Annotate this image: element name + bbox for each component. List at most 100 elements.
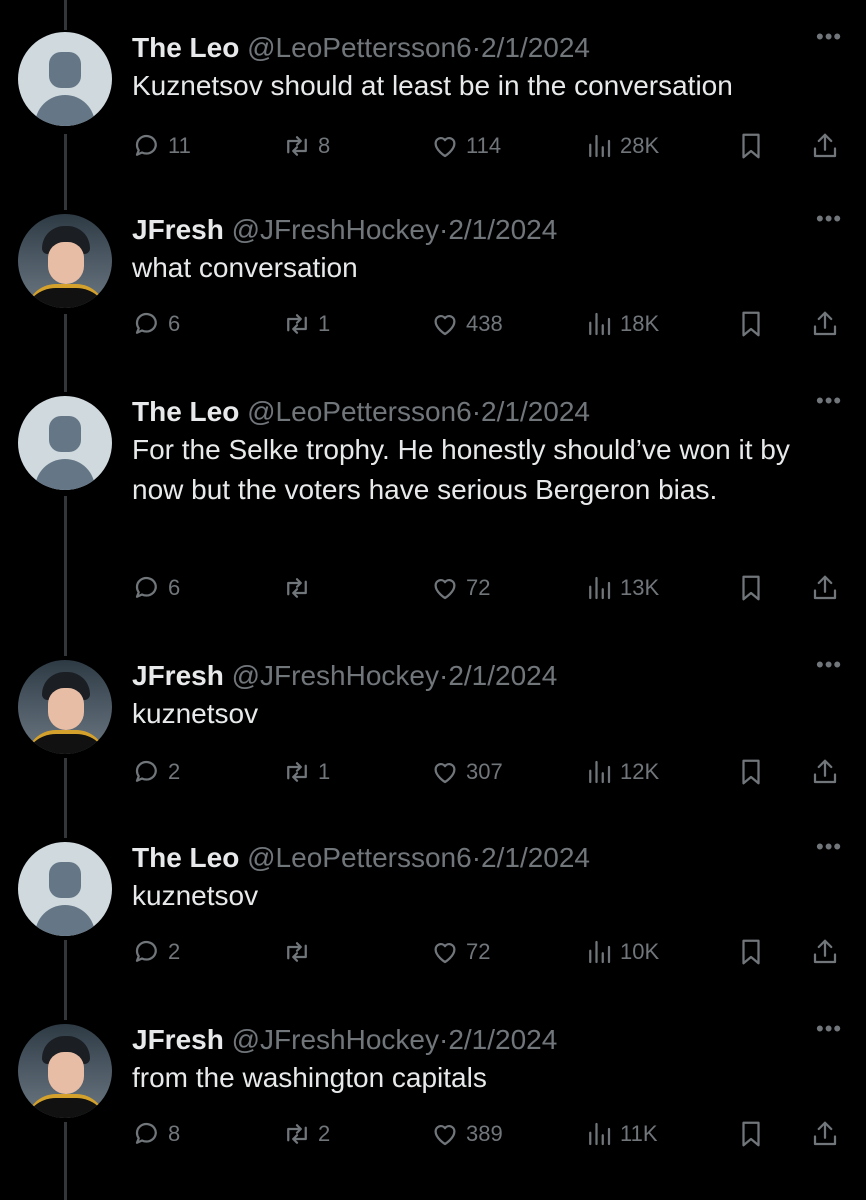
display-name[interactable]: JFresh xyxy=(132,660,224,691)
reply-button[interactable]: 6 xyxy=(132,306,180,342)
avatar[interactable] xyxy=(18,1024,112,1118)
tweet-text: what conversation xyxy=(132,252,358,283)
bookmark-icon xyxy=(742,575,760,601)
user-handle[interactable]: @JFreshHockey xyxy=(232,1024,439,1055)
share-button[interactable] xyxy=(810,754,840,790)
reply-button[interactable]: 8 xyxy=(132,1116,180,1152)
tweet-date[interactable]: 2/1/2024 xyxy=(448,1024,557,1055)
views-button[interactable]: 18K xyxy=(584,306,659,342)
user-handle[interactable]: @LeoPettersson6 xyxy=(247,396,472,427)
bookmark-icon xyxy=(742,759,760,785)
tweet-date[interactable]: 2/1/2024 xyxy=(448,214,557,245)
retweet-button[interactable]: 1 xyxy=(282,754,330,790)
views-button[interactable]: 13K xyxy=(584,570,659,606)
user-handle[interactable]: @LeoPettersson6 xyxy=(247,32,472,63)
separator-dot: · xyxy=(471,842,482,873)
like-count: 72 xyxy=(466,939,491,964)
display-name[interactable]: The Leo xyxy=(132,842,239,873)
tweet-date[interactable]: 2/1/2024 xyxy=(448,660,557,691)
user-handle[interactable]: @LeoPettersson6 xyxy=(247,842,472,873)
bookmark-button[interactable] xyxy=(736,754,766,790)
user-handle[interactable]: @JFreshHockey xyxy=(232,660,439,691)
views-chart-icon xyxy=(589,940,611,964)
reply-icon xyxy=(135,940,157,962)
reply-button[interactable]: 2 xyxy=(132,934,180,970)
share-button[interactable] xyxy=(810,934,840,970)
retweet-count: 2 xyxy=(318,1121,331,1146)
avatar[interactable] xyxy=(18,396,112,490)
views-button[interactable]: 10K xyxy=(584,934,659,970)
reply-count: 2 xyxy=(168,759,181,784)
thread-line xyxy=(64,758,67,838)
views-button[interactable]: 12K xyxy=(584,754,659,790)
bookmark-icon xyxy=(742,1121,760,1147)
views-button[interactable]: 28K xyxy=(584,128,659,164)
bookmark-button[interactable] xyxy=(736,570,766,606)
reply-icon xyxy=(135,1122,157,1144)
retweet-button[interactable]: 2 xyxy=(282,1116,330,1152)
retweet-button[interactable] xyxy=(282,934,318,970)
share-button[interactable] xyxy=(810,570,840,606)
bookmark-button[interactable] xyxy=(736,128,766,164)
reply-count: 8 xyxy=(168,1121,181,1146)
bookmark-button[interactable] xyxy=(736,934,766,970)
reply-button[interactable]: 6 xyxy=(132,570,180,606)
like-button[interactable]: 307 xyxy=(430,754,503,790)
retweet-count: 1 xyxy=(318,311,331,336)
bookmark-button[interactable] xyxy=(736,306,766,342)
more-options-icon[interactable]: ••• xyxy=(816,1018,846,1042)
display-name[interactable]: The Leo xyxy=(132,32,239,63)
more-options-icon[interactable]: ••• xyxy=(816,26,846,50)
avatar[interactable] xyxy=(18,32,112,126)
retweet-count: 8 xyxy=(318,133,331,158)
thread-line xyxy=(64,940,67,1020)
action-bar: 8 2 389 11K xyxy=(132,1116,844,1152)
more-options-icon[interactable]: ••• xyxy=(816,836,846,860)
more-options-icon[interactable]: ••• xyxy=(816,208,846,232)
share-button[interactable] xyxy=(810,1116,840,1152)
more-options-icon[interactable]: ••• xyxy=(816,390,846,414)
reply-count: 2 xyxy=(168,939,181,964)
separator-dot: · xyxy=(438,214,449,245)
action-bar: 2 72 10K xyxy=(132,934,844,970)
reply-icon xyxy=(135,312,157,334)
like-button[interactable]: 72 xyxy=(430,934,490,970)
like-button[interactable]: 389 xyxy=(430,1116,503,1152)
display-name[interactable]: JFresh xyxy=(132,1024,224,1055)
view-count: 18K xyxy=(620,311,660,336)
thread-line xyxy=(64,1122,67,1200)
retweet-button[interactable] xyxy=(282,570,318,606)
share-button[interactable] xyxy=(810,128,840,164)
avatar[interactable] xyxy=(18,660,112,754)
tweet-header: The Leo @LeoPettersson6·2/1/2024 xyxy=(132,394,590,430)
share-button[interactable] xyxy=(810,306,840,342)
heart-icon xyxy=(434,579,456,600)
action-bar: 11 8 114 28K xyxy=(132,128,844,164)
bookmark-button[interactable] xyxy=(736,1116,766,1152)
reply-count: 6 xyxy=(168,575,181,600)
like-button[interactable]: 72 xyxy=(430,570,490,606)
tweet-date[interactable]: 2/1/2024 xyxy=(481,842,590,873)
share-icon xyxy=(813,575,837,600)
more-options-icon[interactable]: ••• xyxy=(816,654,846,678)
heart-icon xyxy=(434,943,456,964)
tweet-header: JFresh @JFreshHockey·2/1/2024 xyxy=(132,212,557,248)
reply-button[interactable]: 11 xyxy=(132,128,191,164)
views-button[interactable]: 11K xyxy=(584,1116,658,1152)
reply-button[interactable]: 2 xyxy=(132,754,180,790)
display-name[interactable]: The Leo xyxy=(132,396,239,427)
heart-icon xyxy=(434,1125,456,1146)
avatar[interactable] xyxy=(18,214,112,308)
tweet-header: JFresh @JFreshHockey·2/1/2024 xyxy=(132,1022,557,1058)
user-handle[interactable]: @JFreshHockey xyxy=(232,214,439,245)
like-count: 438 xyxy=(466,311,503,336)
like-button[interactable]: 438 xyxy=(430,306,503,342)
display-name[interactable]: JFresh xyxy=(132,214,224,245)
avatar[interactable] xyxy=(18,842,112,936)
tweet-date[interactable]: 2/1/2024 xyxy=(481,32,590,63)
bookmark-icon xyxy=(742,133,760,159)
retweet-button[interactable]: 1 xyxy=(282,306,330,342)
tweet-date[interactable]: 2/1/2024 xyxy=(481,396,590,427)
retweet-button[interactable]: 8 xyxy=(282,128,330,164)
like-button[interactable]: 114 xyxy=(430,128,501,164)
